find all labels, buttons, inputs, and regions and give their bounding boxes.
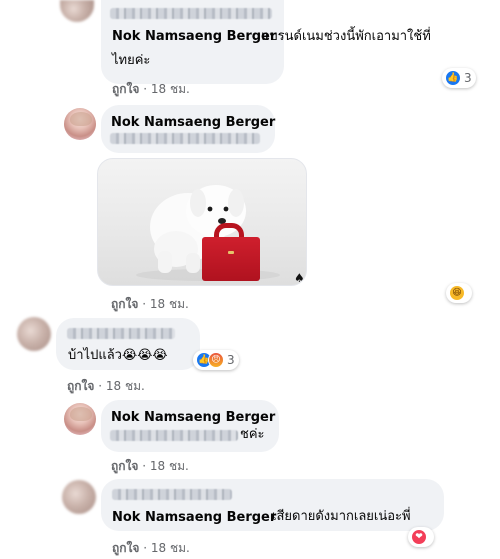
separator: · [142, 297, 150, 311]
reaction-count: 3 [464, 71, 472, 85]
blurred-comment-text [110, 430, 238, 441]
comment-text: บ้าไปแล้ว😭😭😭 [68, 345, 168, 366]
haha-reaction-icon: 😆 [449, 285, 465, 301]
timestamp[interactable]: 18 ชม. [151, 541, 190, 555]
comment-author[interactable]: Nok Namsaeng Berger [111, 115, 275, 130]
blurred-commenter-name [67, 328, 175, 339]
reaction-count: 3 [227, 353, 235, 367]
tagged-name[interactable]: Nok Namsaeng Berger [112, 29, 276, 44]
like-button[interactable]: ถูกใจ [111, 297, 138, 311]
separator: · [142, 459, 150, 473]
timestamp[interactable]: 18 ชม. [150, 459, 189, 473]
like-button[interactable]: ถูกใจ [112, 541, 139, 555]
like-button[interactable]: ถูกใจ [67, 379, 94, 393]
comment-actions: ถูกใจ · 18 ชม. [67, 377, 145, 396]
tagged-name[interactable]: Nok Namsaeng Berger [112, 510, 276, 525]
love-reaction-icon: ❤ [411, 529, 427, 545]
reaction-summary[interactable]: ❤ [408, 527, 434, 547]
comment-text: แบรนด์เนมช่วงนี้พักเอามาใช้ที่ [261, 29, 431, 44]
like-reaction-icon: 👍 [445, 70, 461, 86]
comment-actions: ถูกใจ · 18 ชม. [111, 457, 189, 476]
like-button[interactable]: ถูกใจ [112, 82, 139, 96]
separator: · [143, 82, 151, 96]
comment-text-content: บ้าไปแล้ว [68, 348, 122, 363]
comment-text-line2: ไทยค่ะ [112, 53, 151, 68]
separator: · [143, 541, 151, 555]
red-handbag-image [202, 237, 260, 281]
reaction-summary[interactable]: 👍 😠 3 [193, 350, 239, 370]
separator: · [98, 379, 106, 393]
comment-actions: ถูกใจ · 18 ชม. [112, 539, 190, 558]
comment-actions: ถูกใจ · 18 ชม. [112, 80, 190, 99]
timestamp[interactable]: 18 ชม. [151, 82, 190, 96]
comment-author[interactable]: Nok Namsaeng Berger [111, 410, 275, 425]
author-avatar[interactable] [64, 108, 96, 140]
blurred-commenter-name [112, 489, 232, 500]
blurred-commenter-name [110, 8, 272, 19]
reaction-summary[interactable]: 👍 3 [442, 68, 476, 88]
like-button[interactable]: ถูกใจ [111, 459, 138, 473]
comment-text-suffix: ชค่ะ [240, 427, 265, 442]
blurred-comment-text [110, 133, 260, 144]
angry-reaction-icon: 😠 [208, 352, 224, 368]
commenter-avatar[interactable] [62, 480, 96, 514]
reaction-summary[interactable]: 😆 [446, 283, 472, 303]
comment-photo[interactable]: ♠ [97, 158, 307, 286]
crying-emoji: 😭😭😭 [122, 348, 168, 363]
commenter-avatar[interactable] [17, 317, 51, 351]
comment-text: เสียดายดังมากเลยเน่อะพี่ [272, 509, 411, 524]
author-avatar[interactable] [64, 403, 96, 435]
timestamp[interactable]: 18 ชม. [106, 379, 145, 393]
commenter-avatar[interactable] [60, 0, 94, 22]
comment-actions: ถูกใจ · 18 ชม. [111, 295, 189, 314]
timestamp[interactable]: 18 ชม. [150, 297, 189, 311]
spade-logo-icon: ♠ [294, 271, 305, 285]
